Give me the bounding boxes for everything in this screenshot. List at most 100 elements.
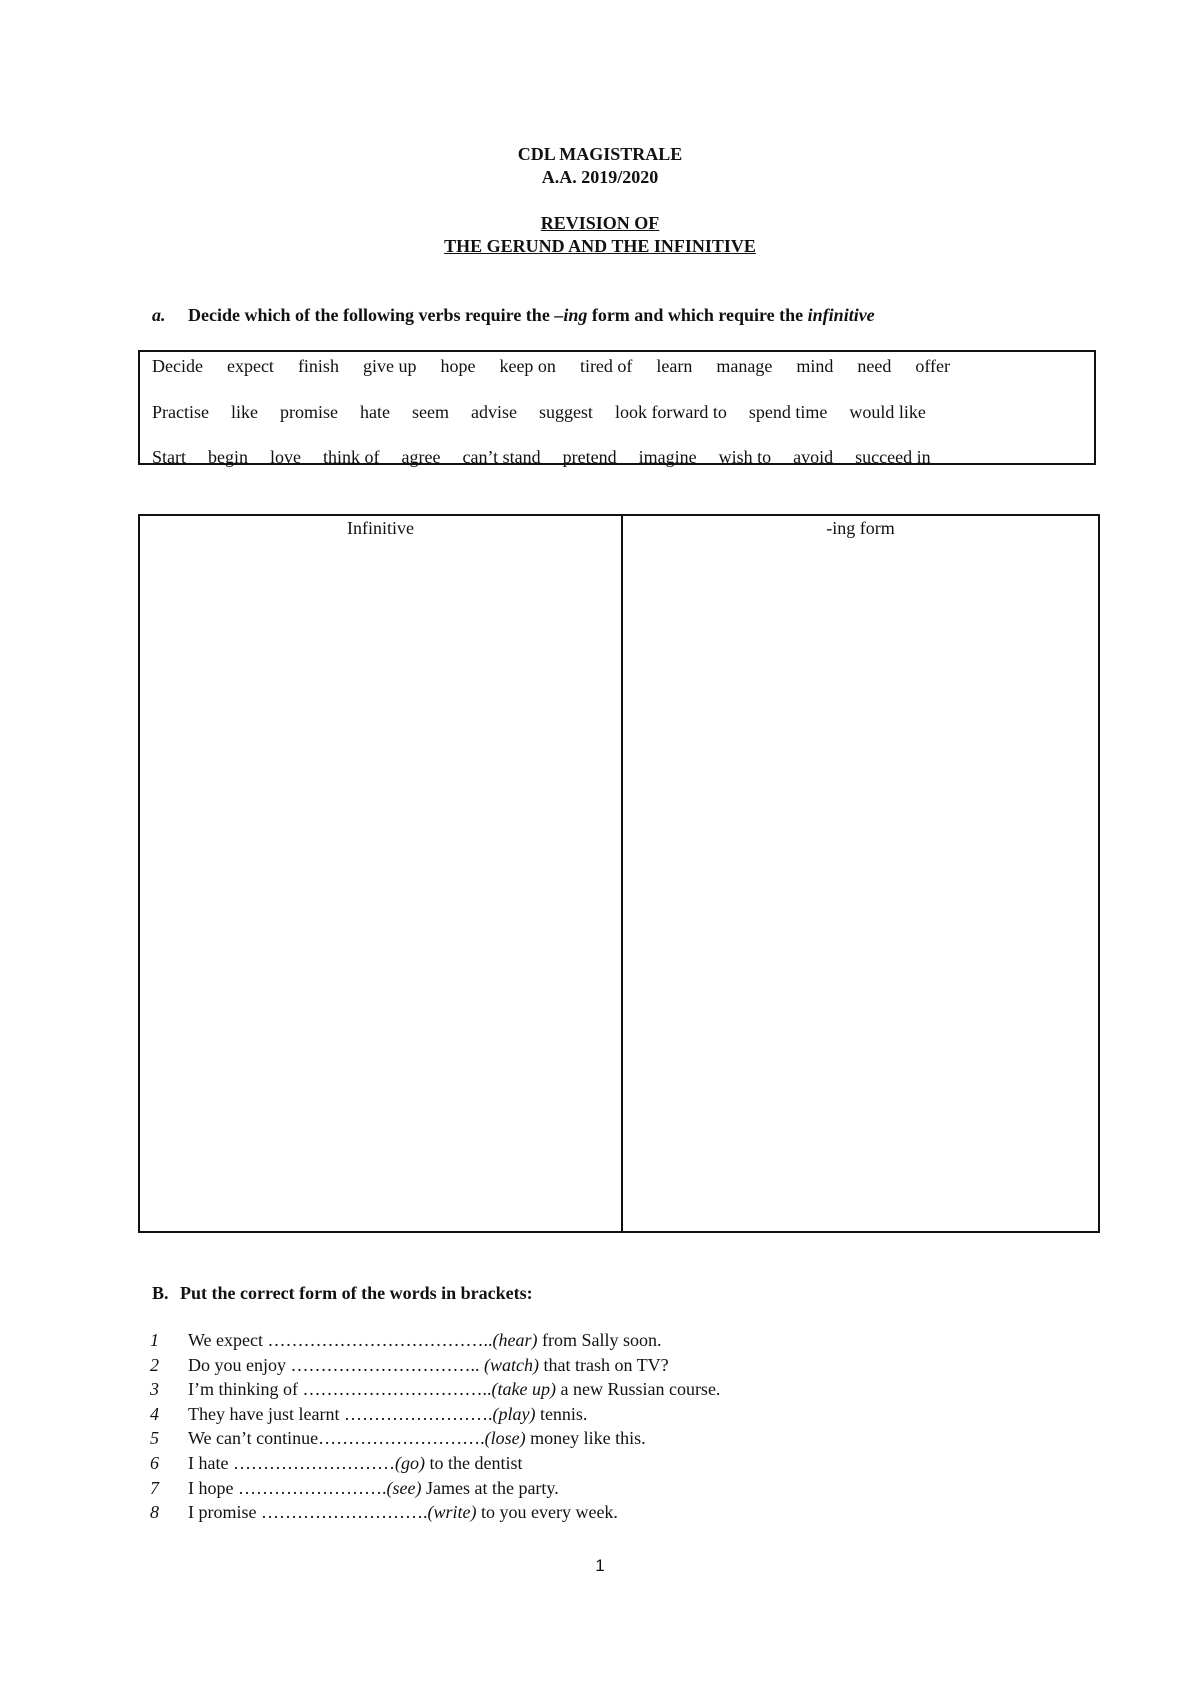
- verb-item: keep on: [499, 356, 556, 376]
- exercise-item: 6 I hate ………………………(go) to the dentist: [150, 1451, 522, 1475]
- exercise-text-after: a new Russian course.: [555, 1379, 721, 1400]
- exercise-item: 7 I hope …………………….(see) James at the part…: [150, 1476, 559, 1500]
- answer-blank[interactable]: ……………………….: [261, 1502, 428, 1522]
- exercise-number: 3: [150, 1379, 159, 1400]
- answer-blank[interactable]: …………………….: [238, 1478, 387, 1498]
- instruction-text-1: Decide which of the following verbs requ…: [188, 305, 555, 325]
- verb-item: mind: [796, 356, 834, 376]
- verb-row: Practise like promise hate seem advise suggest…: [152, 402, 926, 423]
- exercise-text-before: We expect: [188, 1330, 268, 1350]
- verb-item: wish to: [718, 447, 772, 467]
- exercise-number: 6: [150, 1453, 159, 1473]
- verb-item: begin: [208, 447, 248, 467]
- exercise-item: 2 Do you enjoy ………………………….. (watch) that …: [150, 1353, 669, 1377]
- verb-item: imagine: [638, 447, 697, 467]
- page-number: 1: [595, 1556, 605, 1575]
- exercise-text-after: from Sally soon.: [537, 1330, 662, 1350]
- verb-row: Decide expect finish give up hope keep on tire…: [152, 356, 950, 377]
- exercise-text-after: that trash on TV?: [538, 1354, 669, 1375]
- verb-item: seem: [411, 402, 449, 422]
- exercise-number: 1: [150, 1330, 159, 1350]
- section-b-text: Put the correct form of the words in bra…: [180, 1283, 533, 1303]
- exercise-item: 5 We can’t continue……………………….(lose) money…: [150, 1426, 646, 1450]
- verb-item: like: [230, 402, 258, 422]
- exercise-item: 8 I promise ……………………….(write) to you ever…: [150, 1500, 618, 1524]
- answer-blank[interactable]: …………………………..: [291, 1355, 485, 1375]
- exercise-text-after: James at the party.: [421, 1477, 559, 1498]
- answer-blank[interactable]: ……………………….: [318, 1428, 485, 1448]
- verb-item: tired of: [579, 356, 633, 376]
- bracket-verb: (hear): [492, 1330, 538, 1350]
- verb-item: hate: [359, 402, 390, 422]
- verb-item: can’t stand: [462, 447, 541, 467]
- verb-item: love: [270, 447, 301, 467]
- exercise-number: 4: [150, 1403, 159, 1424]
- exercise-text-after: tennis.: [535, 1403, 588, 1424]
- verb-item: Start: [152, 447, 186, 467]
- instruction-text-2: form and which require the: [587, 305, 808, 325]
- document-title-line2: THE GERUND AND THE INFINITIVE: [444, 236, 756, 256]
- exercise-number: 5: [150, 1428, 159, 1449]
- section-b-letter: B.: [152, 1283, 169, 1303]
- bracket-verb: (go): [394, 1453, 425, 1473]
- exercise-text-before: We can’t continue: [188, 1428, 319, 1449]
- answer-blank[interactable]: ………………………: [233, 1453, 395, 1473]
- verb-item: avoid: [793, 447, 834, 467]
- section-a-letter: a.: [152, 305, 166, 325]
- exercise-text-after: to the dentist: [424, 1453, 523, 1473]
- instruction-infinitive: infinitive: [807, 305, 875, 325]
- verb-item: learn: [656, 356, 693, 376]
- verb-item: give up: [362, 356, 417, 376]
- verb-item: Practise: [152, 402, 209, 422]
- answer-blank[interactable]: …………………….: [344, 1404, 493, 1424]
- exercise-item: 4 They have just learnt …………………….(play) t…: [150, 1402, 587, 1426]
- answer-blank[interactable]: …………………………..: [303, 1379, 492, 1399]
- document-title-line1: REVISION OF: [540, 213, 660, 233]
- exercise-number: 2: [150, 1354, 159, 1375]
- verb-item: promise: [279, 402, 338, 422]
- exercise-number: 8: [150, 1502, 159, 1523]
- section-a-instruction: a. Decide which of the following verbs re…: [152, 305, 875, 326]
- answer-blank[interactable]: ………………………………..: [268, 1330, 493, 1350]
- exercise-text-before: I hope: [188, 1477, 238, 1498]
- verb-item: Decide: [152, 356, 203, 376]
- verb-sorting-table: Infinitive -ing form: [138, 514, 1100, 1233]
- verb-item: spend time: [748, 402, 828, 422]
- ing-form-column[interactable]: -ing form: [623, 516, 1098, 1231]
- verb-item: suggest: [538, 402, 593, 422]
- exercise-text-before: I’m thinking of: [188, 1379, 303, 1400]
- bracket-verb: (see): [386, 1477, 422, 1498]
- academic-year: A.A. 2019/2020: [541, 167, 659, 187]
- bracket-verb: (take up): [491, 1379, 556, 1400]
- exercise-text-before: I promise: [188, 1502, 261, 1523]
- exercise-item: 1 We expect ………………………………..(hear) from Sal…: [150, 1328, 662, 1352]
- bracket-verb: (write): [427, 1502, 477, 1523]
- course-name: CDL MAGISTRALE: [517, 144, 683, 164]
- verb-item: advise: [470, 402, 517, 422]
- verb-item: finish: [297, 356, 339, 376]
- exercise-text-after: money like this.: [525, 1428, 646, 1449]
- verb-item: think of: [323, 447, 380, 467]
- exercise-text-after: to you every week.: [476, 1502, 618, 1523]
- bracket-verb: (lose): [484, 1428, 526, 1449]
- bracket-verb: (watch): [484, 1354, 539, 1375]
- verb-item: succeed in: [855, 447, 931, 467]
- verb-item: would like: [849, 402, 926, 422]
- infinitive-column-header: Infinitive: [347, 518, 414, 538]
- verb-item: hope: [440, 356, 476, 376]
- bracket-verb: (play): [492, 1403, 536, 1424]
- verb-item: pretend: [562, 447, 617, 467]
- verb-row: Start begin love think of agree can’t stand pr…: [152, 447, 931, 468]
- exercise-number: 7: [150, 1477, 159, 1498]
- exercise-text-before: Do you enjoy: [188, 1354, 291, 1375]
- infinitive-column[interactable]: Infinitive: [140, 516, 623, 1231]
- verb-item: offer: [915, 356, 951, 376]
- section-b-instruction: B. Put the correct form of the words in b…: [152, 1283, 533, 1304]
- verb-item: expect: [226, 356, 274, 376]
- exercise-text-before: They have just learnt: [188, 1403, 344, 1424]
- exercise-text-before: I hate: [188, 1453, 233, 1473]
- verb-item: manage: [716, 356, 773, 376]
- verb-item: agree: [401, 447, 441, 467]
- verb-list-box: Decide expect finish give up hope keep on tire…: [138, 350, 1096, 468]
- ing-form-column-header: -ing form: [826, 518, 895, 538]
